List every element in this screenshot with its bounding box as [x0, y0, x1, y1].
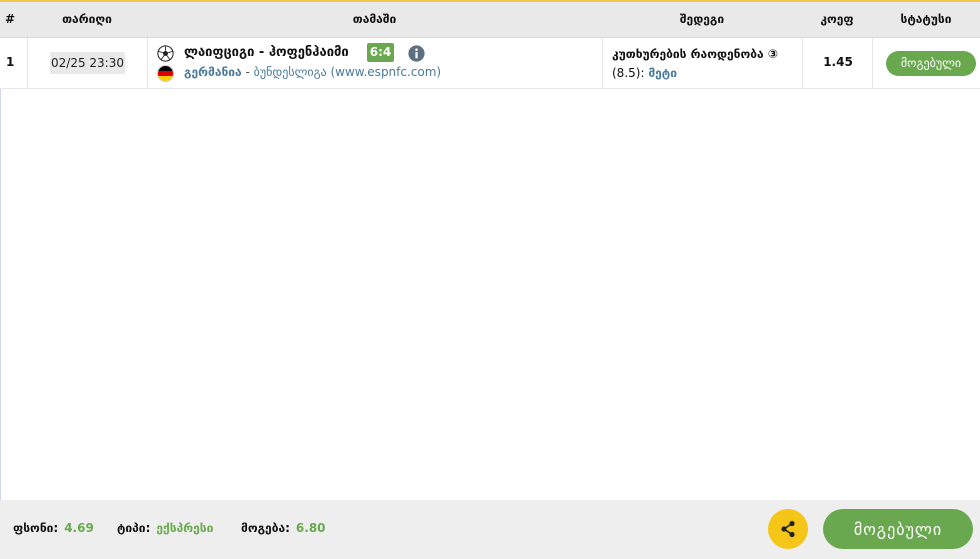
- league-info: გერმანია - ბუნდესლიგა (www.espnfc.com): [184, 65, 441, 79]
- odds-value: 1.45: [823, 55, 853, 69]
- market-name: კუთხურების რაოდენობა ③: [612, 47, 778, 61]
- table-row: 1 02/25 23:30 ლაიფციგი - ჰოფენჰაიმი 6:4 …: [0, 38, 980, 89]
- header-status: სტატუსი: [900, 12, 952, 26]
- bet-type: ტიპი: ექსპრესი: [117, 521, 213, 535]
- header-odds: კოეფ: [820, 12, 854, 26]
- potential-win-value: 6.80: [295, 521, 326, 535]
- total-odds-label: ფსონი:: [13, 521, 59, 535]
- soccer-ball-icon: [157, 45, 174, 62]
- market-handicap: (8.5):: [612, 66, 645, 80]
- match-title[interactable]: ლაიფციგი - ჰოფენჰაიმი: [184, 45, 349, 60]
- column-divider: [602, 38, 603, 88]
- header-match: თამაში: [352, 12, 397, 26]
- row-number: 1: [6, 55, 15, 69]
- share-icon: [781, 520, 795, 538]
- market-line: (8.5): მეტი: [612, 66, 677, 80]
- bet-summary-footer: ფსონი: 4.69 ტიპი: ექსპრესი მოგება: 6.80 მოგ…: [0, 500, 980, 559]
- market-pick: მეტი: [648, 66, 677, 80]
- total-odds: ფსონი: 4.69: [13, 521, 94, 535]
- header-num: #: [4, 12, 16, 26]
- bet-type-value: ექსპრესი: [156, 521, 214, 535]
- result-button[interactable]: მოგებული: [823, 509, 973, 549]
- country-name[interactable]: გერმანია: [184, 65, 242, 79]
- status-badge[interactable]: მოგებული: [886, 51, 976, 76]
- header-market: შედეგი: [679, 12, 725, 26]
- bet-type-label: ტიპი:: [117, 521, 151, 535]
- header-date: თარიღი: [62, 12, 112, 26]
- total-odds-value: 4.69: [64, 521, 94, 535]
- column-divider: [147, 38, 148, 88]
- share-button[interactable]: [768, 509, 808, 549]
- germany-flag-icon: [157, 65, 174, 82]
- info-icon[interactable]: [408, 45, 425, 62]
- potential-win: მოგება: 6.80: [241, 521, 326, 535]
- table-header: # თარიღი თამაში შედეგი კოეფ სტატუსი: [0, 2, 980, 38]
- column-divider: [27, 38, 28, 88]
- score-badge: 6:4: [367, 43, 394, 62]
- match-date: 02/25 23:30: [50, 52, 125, 74]
- league-name[interactable]: ბუნდესლიგა (www.espnfc.com): [254, 65, 441, 79]
- league-separator: -: [241, 65, 254, 79]
- potential-win-label: მოგება:: [241, 521, 290, 535]
